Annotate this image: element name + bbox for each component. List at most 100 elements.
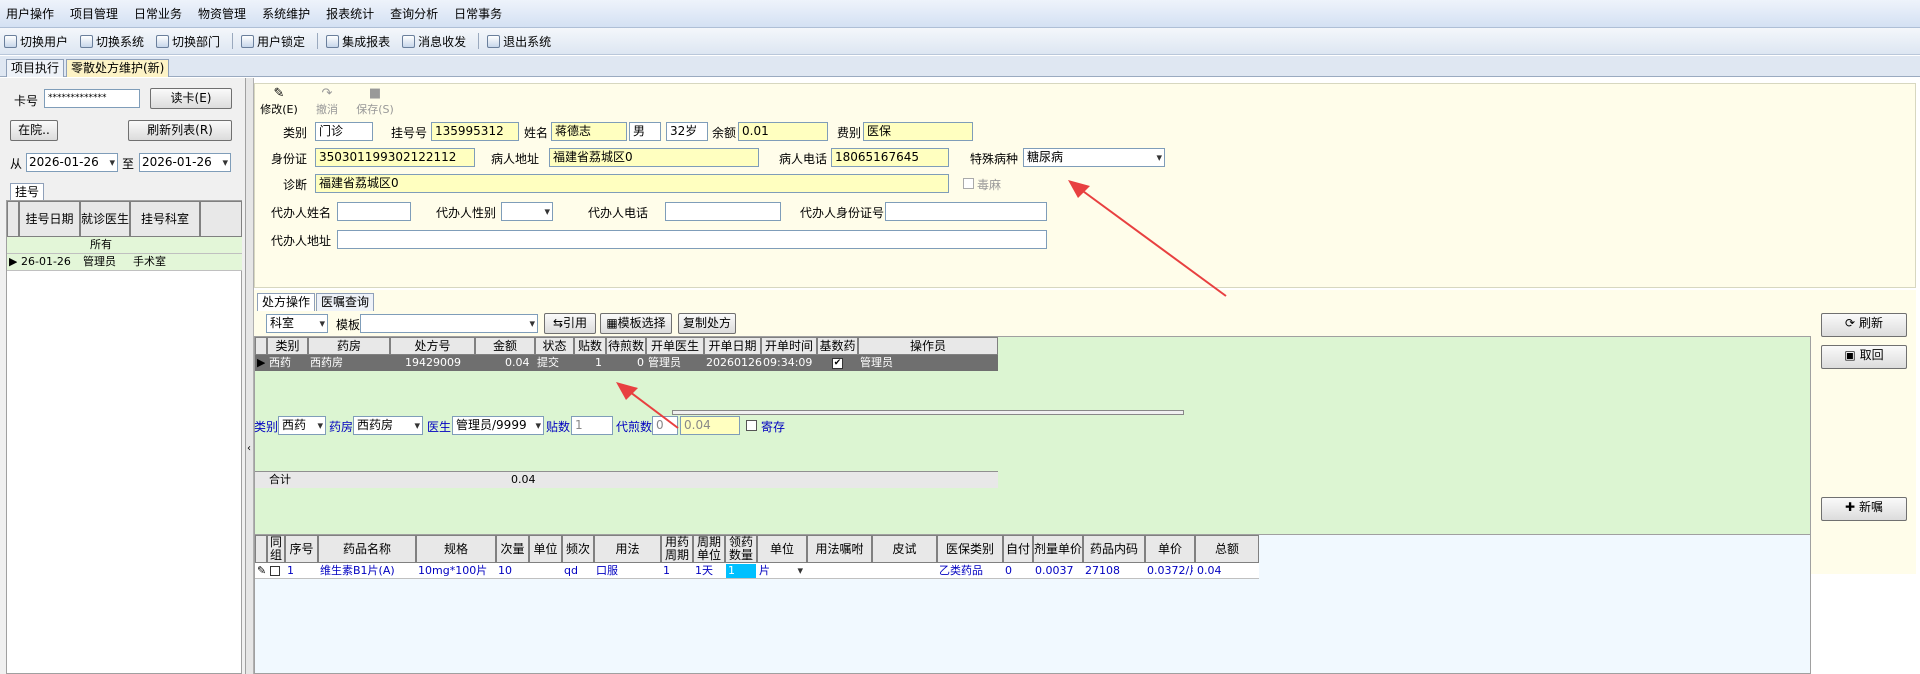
menu-user-ops[interactable]: 用户操作 [6,5,54,22]
diagnosis-field[interactable]: 福建省荔城区0 [315,174,949,193]
agent-id-field[interactable] [885,202,1047,221]
col-skin-test: 皮试 [872,535,937,563]
template-select[interactable] [360,314,538,333]
in-hospital-button[interactable]: 在院.. [10,120,58,141]
edit-icon: ✎ [273,86,285,101]
menu-materials[interactable]: 物资管理 [198,5,246,22]
balance-field[interactable]: 0.01 [738,122,828,141]
cancel-button[interactable]: ↷ 撤消 [311,86,343,116]
menu-daily[interactable]: 日常业务 [134,5,182,22]
total-label: 合计 [269,473,291,486]
qty-unit-select[interactable]: 片 [759,563,805,579]
menu-reports[interactable]: 报表统计 [326,5,374,22]
tab-project-exec[interactable]: 项目执行 [6,59,65,77]
cite-button[interactable]: ⇆引用 [544,313,596,334]
fee-field[interactable]: 医保 [863,122,973,141]
special-label: 特殊病种 [970,152,1019,166]
agent-addr-field[interactable] [337,230,1047,249]
save-button[interactable]: ■ 保存(S) [352,86,398,116]
col-type: 类别 [267,337,308,355]
row-doctor: 所有 [90,238,112,251]
exit-button[interactable]: 退出系统 [487,33,551,50]
table-row[interactable]: 所有 [7,237,242,254]
cell-period: 1 [663,564,670,577]
switch-user-button[interactable]: 切换用户 [4,33,68,50]
report-button[interactable]: 集成报表 [326,33,390,50]
template-select-button[interactable]: ▦模板选择 [600,313,672,334]
group-checkbox[interactable] [270,566,280,576]
deposit-checkbox[interactable] [746,420,757,431]
col-price: 单价 [1145,535,1195,563]
menu-affairs[interactable]: 日常事务 [454,5,502,22]
col-doctor: 就诊医生 [80,201,130,237]
dept-select[interactable]: 科室 [266,314,328,333]
exit-icon [487,34,501,48]
addr-field[interactable]: 福建省荔城区0 [549,148,759,167]
decoct-field[interactable]: 0 [652,416,678,435]
card-input[interactable]: ************* [44,89,140,108]
save-icon: ■ [368,86,382,101]
registration-grid: 挂号日期 就诊医生 挂号科室 所有 ▶ 26-01-26 管理员 手术室 [6,200,242,674]
col-instruction: 用法嘱咐 [807,535,872,563]
phone-field[interactable]: 18065167645 [831,148,949,167]
user-lock-button[interactable]: 用户锁定 [241,33,305,50]
message-button[interactable]: 消息收发 [402,33,466,50]
table-row[interactable]: ✎ 1 维生素B1片(A) 10mg*100片 10 qd 口服 1 1天 1 … [255,563,1259,579]
date-from-picker[interactable]: 2026-01-26 [26,153,118,172]
name-label: 姓名 [524,126,549,140]
collapse-icon[interactable]: ‹ [247,443,251,454]
panel-splitter[interactable]: ‹ [246,78,254,674]
tab-order-query[interactable]: 医嘱查询 [316,293,375,311]
edit-button[interactable]: ✎ 修改(E) [259,86,299,116]
id-field[interactable]: 350301199302122112 [315,148,475,167]
switch-system-button[interactable]: 切换系统 [80,33,144,50]
agent-name-field[interactable] [337,202,411,221]
agent-phone-field[interactable] [665,202,781,221]
tab-registration[interactable]: 挂号 [10,183,45,200]
qty-input[interactable]: 1 [726,564,756,578]
refresh-icon: ⟳ [1845,316,1856,330]
name-field[interactable]: 蒋德志 [551,122,627,141]
copy-presc-button[interactable]: 复制处方 [678,313,736,334]
base-drug-checkbox[interactable]: ✔ [832,358,843,369]
row-dept: 手术室 [133,255,166,268]
read-card-button[interactable]: 读卡(E) [150,88,232,109]
retrieve-icon: ▣ [1844,348,1856,362]
tab-presc-maint[interactable]: 零散处方维护(新) [66,59,170,77]
pharm-select[interactable]: 西药房 [353,416,423,435]
main-tabs: 项目执行 零散处方维护(新) [0,56,1920,77]
doc-select[interactable]: 管理员/9999 [452,416,544,435]
table-row[interactable]: ▶ 26-01-26 管理员 手术室 [7,254,242,271]
agent-name-label: 代办人姓名 [271,206,332,220]
col-drug-name: 药品名称 [318,535,416,563]
report-icon [326,34,340,48]
new-order-button[interactable]: ✚ 新嘱 [1821,497,1907,521]
special-disease-select[interactable]: 糖尿病 [1023,148,1165,167]
menu-query[interactable]: 查询分析 [390,5,438,22]
amount-field[interactable]: 0.04 [680,416,740,435]
cell-date: 20260126 [706,356,762,369]
reg-field[interactable]: 135995312 [431,122,519,141]
date-to-picker[interactable]: 2026-01-26 [139,153,231,172]
menu-project[interactable]: 项目管理 [70,5,118,22]
age-field[interactable]: 32岁 [666,122,708,141]
poison-checkbox[interactable] [963,178,974,189]
table-row[interactable]: ▶ 西药 西药房 19429009 0.04 提交 1 0 管理员 202601… [255,355,998,371]
retrieve-button[interactable]: ▣ 取回 [1821,345,1907,369]
to-label: 至 [122,157,135,171]
refresh-button[interactable]: ⟳ 刷新 [1821,313,1907,337]
type-field[interactable]: 门诊 [315,122,373,141]
drug-type-select[interactable]: 西药 [278,416,326,435]
row-pointer-icon: ▶ [257,356,266,369]
tab-presc-op[interactable]: 处方操作 [257,293,316,311]
tie-stepper[interactable]: 1 [571,416,613,435]
switch-dept-button[interactable]: 切换部门 [156,33,220,50]
drug-grid: 同组 序号 药品名称 规格 次量 单位 频次 用法 用药周期 周期单位 领药数量… [254,534,1811,674]
agent-sex-select[interactable] [501,202,553,221]
refresh-list-button[interactable]: 刷新列表(R) [128,120,232,141]
cell-drug-name: 维生素B1片(A) [320,564,395,577]
menu-system[interactable]: 系统维护 [262,5,310,22]
sex-field[interactable]: 男 [629,122,661,141]
patient-form: ✎ 修改(E) ↷ 撤消 ■ 保存(S) 类别 门诊 挂号号 135995312… [254,83,1916,288]
cite-icon: ⇆ [552,316,564,330]
